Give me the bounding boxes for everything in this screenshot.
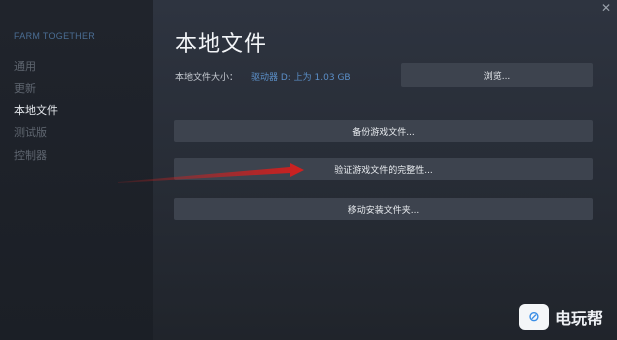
move-install-folder-button[interactable]: 移动安装文件夹... xyxy=(174,198,593,220)
main-panel: ✕ 本地文件 本地文件大小： 驱动器 D: 上为 1.03 GB 浏览... 备… xyxy=(153,0,617,340)
local-files-size-value: 驱动器 D: 上为 1.03 GB xyxy=(251,73,351,83)
local-files-size-label: 本地文件大小： xyxy=(175,73,239,83)
close-button[interactable]: ✕ xyxy=(599,1,613,15)
watermark-text: 电玩帮 xyxy=(554,309,603,328)
sidebar-item-controller[interactable]: 控制器 xyxy=(14,147,47,163)
game-title: FARM TOGETHER xyxy=(14,31,96,41)
watermark-logo-icon: ⊘ xyxy=(518,304,549,330)
verify-integrity-button[interactable]: 验证游戏文件的完整性... xyxy=(174,158,593,180)
sidebar-item-general[interactable]: 通用 xyxy=(14,58,36,74)
sidebar-item-local-files[interactable]: 本地文件 xyxy=(14,102,58,118)
sidebar-item-betas[interactable]: 测试版 xyxy=(14,124,47,140)
sidebar: FARM TOGETHER 通用 更新 本地文件 测试版 控制器 xyxy=(0,0,153,340)
watermark: ⊘ 电玩帮 xyxy=(518,303,603,331)
sidebar-item-updates[interactable]: 更新 xyxy=(14,80,36,96)
browse-button[interactable]: 浏览... xyxy=(401,63,593,87)
backup-game-files-button[interactable]: 备份游戏文件... xyxy=(174,120,593,142)
page-title: 本地文件 xyxy=(175,32,268,57)
